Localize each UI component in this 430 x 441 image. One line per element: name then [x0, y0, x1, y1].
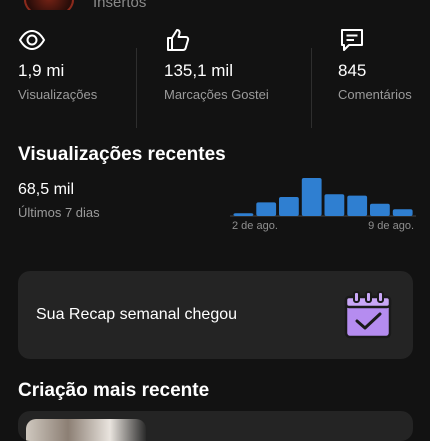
video-thumbnail[interactable] [26, 419, 146, 441]
chart-bar [256, 202, 277, 216]
chart-bar [370, 203, 390, 216]
views-bar-chart[interactable]: 2 de ago. 9 de ago. [228, 170, 418, 240]
views-chart-svg: 2 de ago. 9 de ago. [230, 178, 416, 232]
recent-views-value: 68,5 mil [18, 181, 75, 198]
stat-label: Comentários [338, 87, 412, 102]
chart-bar [301, 178, 322, 216]
chart-end-label: 9 de ago. [368, 220, 414, 232]
weekly-recap-card[interactable]: Sua Recap semanal chegou [18, 271, 413, 359]
latest-creation-title: Criação mais recente [18, 380, 210, 401]
chart-bar [279, 197, 299, 216]
recap-text: Sua Recap semanal chegou [36, 306, 238, 323]
stat-comments[interactable]: 845 Comentários [338, 24, 428, 108]
thumbs-up-icon [167, 29, 190, 51]
divider [311, 48, 312, 128]
stat-value: 1,9 mi [18, 61, 65, 80]
eye-icon [18, 29, 46, 51]
divider [136, 48, 137, 128]
stat-value: 845 [338, 61, 367, 80]
chart-bar [324, 194, 345, 216]
chart-bar [392, 209, 413, 216]
channel-name: Insertos [93, 0, 147, 11]
recent-views-title: Visualizações recentes [18, 144, 226, 165]
stat-label: Visualizações [18, 87, 98, 102]
avatar[interactable] [24, 0, 74, 10]
chart-start-label: 2 de ago. [232, 220, 278, 232]
comment-icon [341, 29, 363, 51]
avatar-container[interactable] [24, 0, 74, 10]
chart-bar [347, 195, 368, 216]
stat-value: 135,1 mil [164, 61, 233, 80]
calendar-check-icon [344, 291, 392, 339]
stat-label: Marcações Gostei [164, 87, 269, 102]
stat-views[interactable]: 1,9 mi Visualizações [18, 24, 128, 108]
recent-views-period: Últimos 7 dias [18, 205, 100, 220]
stat-likes[interactable]: 135,1 mil Marcações Gostei [164, 24, 294, 108]
latest-creation-card[interactable] [18, 411, 413, 441]
chart-bar [233, 213, 254, 216]
stats-row: 1,9 mi Visualizações 135,1 mil Marcações… [0, 24, 430, 128]
